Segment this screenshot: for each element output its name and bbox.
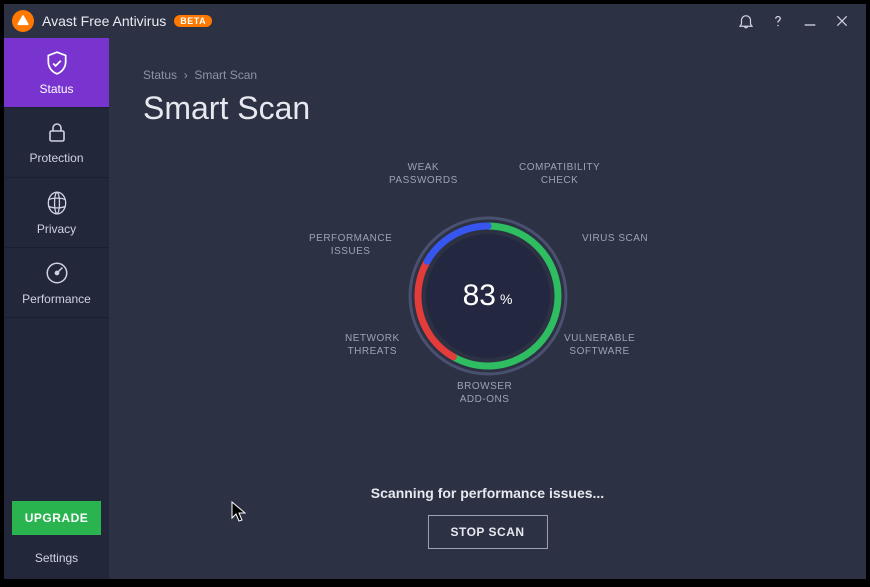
page-title: Smart Scan	[143, 90, 310, 127]
sidebar-item-status[interactable]: Status	[4, 38, 109, 108]
dial-label-performance: PERFORMANCE ISSUES	[309, 233, 392, 258]
app-name: Avast Free Antivirus	[42, 13, 166, 29]
dial-label-virus: VIRUS SCAN	[582, 233, 648, 246]
progress-percent: 83 %	[393, 201, 583, 391]
sidebar-item-privacy[interactable]: Privacy	[4, 178, 109, 248]
help-icon[interactable]	[762, 5, 794, 37]
title-bar: Avast Free Antivirus BETA	[4, 4, 866, 38]
breadcrumb: Status › Smart Scan	[143, 68, 257, 82]
sidebar-item-label: Privacy	[37, 222, 76, 236]
sidebar-item-protection[interactable]: Protection	[4, 108, 109, 178]
progress-dial: 83 %	[393, 201, 583, 391]
scan-status-text: Scanning for performance issues...	[109, 485, 866, 501]
sidebar-item-label: Performance	[22, 292, 91, 306]
sidebar-item-performance[interactable]: Performance	[4, 248, 109, 318]
breadcrumb-parent[interactable]: Status	[143, 68, 177, 82]
upgrade-button[interactable]: UPGRADE	[12, 501, 101, 535]
dial-label-compatibility: COMPATIBILITY CHECK	[519, 162, 600, 187]
sidebar-item-label: Status	[39, 82, 73, 96]
dial-label-vulnerable: VULNERABLE SOFTWARE	[564, 333, 635, 358]
dial-label-browser: BROWSER ADD-ONS	[457, 381, 512, 406]
notifications-icon[interactable]	[730, 5, 762, 37]
sidebar: Status Protection Privacy Performance UP…	[4, 38, 109, 579]
main-panel: Status › Smart Scan Smart Scan	[109, 38, 866, 579]
cursor-icon	[231, 501, 249, 523]
settings-link[interactable]: Settings	[4, 543, 109, 579]
dial-label-weak: WEAK PASSWORDS	[389, 162, 458, 187]
dial-label-network: NETWORK THREATS	[345, 333, 400, 358]
minimize-icon[interactable]	[794, 5, 826, 37]
avast-logo-icon	[12, 10, 34, 32]
close-icon[interactable]	[826, 5, 858, 37]
sidebar-item-label: Protection	[29, 151, 83, 165]
stop-scan-button[interactable]: STOP SCAN	[427, 515, 547, 549]
breadcrumb-current: Smart Scan	[194, 68, 257, 82]
beta-badge: BETA	[174, 15, 212, 27]
app-window: Avast Free Antivirus BETA Status Protect…	[4, 4, 866, 579]
